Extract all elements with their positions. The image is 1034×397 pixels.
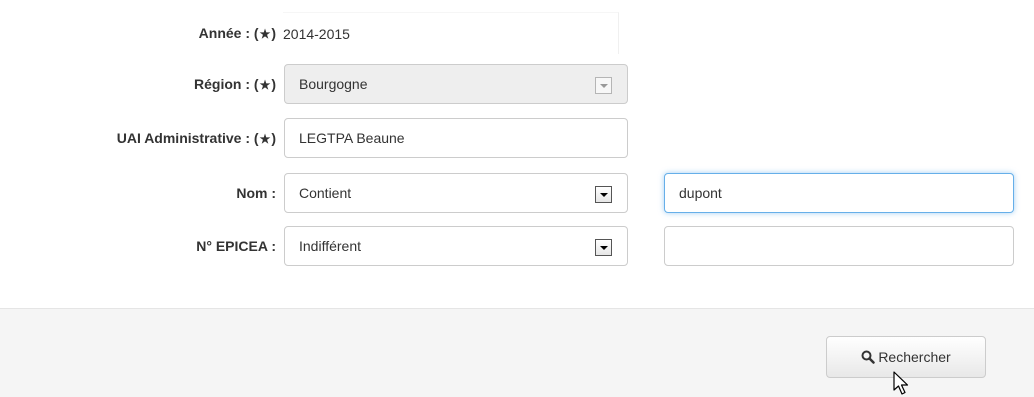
row-region: Région : (★) Bourgogne xyxy=(0,63,1034,105)
nom-label: Nom : xyxy=(236,185,276,201)
row-uai: UAI Administrative : (★) LEGTPA Beaune xyxy=(0,117,1034,159)
dropdown-arrow-icon xyxy=(595,77,612,94)
region-label: Région : (★) xyxy=(194,63,276,105)
epicea-operator-select[interactable]: Indifférent xyxy=(284,226,628,266)
required-star-icon: ★ xyxy=(259,132,271,146)
search-icon xyxy=(861,350,876,364)
mouse-pointer-icon xyxy=(893,371,909,395)
annee-value: 2014-2015 xyxy=(283,12,619,54)
row-epicea: N° EPICEA : Indifférent xyxy=(0,225,1034,267)
uai-input[interactable]: LEGTPA Beaune xyxy=(284,118,628,158)
epicea-input[interactable] xyxy=(664,226,1014,266)
uai-label: UAI Administrative : (★) xyxy=(117,117,276,159)
required-star-icon: ★ xyxy=(259,78,271,92)
nom-operator-value: Contient xyxy=(299,185,352,201)
region-select-value: Bourgogne xyxy=(299,76,368,92)
row-nom: Nom : Contient dupont xyxy=(0,172,1034,214)
nom-operator-select[interactable]: Contient xyxy=(284,173,628,213)
annee-label: Année : (★) xyxy=(199,12,276,54)
dropdown-arrow-icon[interactable] xyxy=(595,186,612,203)
search-button-label: Rechercher xyxy=(878,349,951,365)
region-select: Bourgogne xyxy=(284,64,628,104)
nom-input[interactable]: dupont xyxy=(664,173,1014,213)
form-footer: Rechercher xyxy=(0,308,1034,397)
search-form: Année : (★) 2014-2015 Région : (★) Bourg… xyxy=(0,0,1034,308)
required-star-icon: ★ xyxy=(259,27,271,41)
epicea-operator-value: Indifférent xyxy=(299,238,362,254)
epicea-label: N° EPICEA : xyxy=(196,238,276,254)
row-annee: Année : (★) 2014-2015 xyxy=(0,12,1034,54)
dropdown-arrow-icon[interactable] xyxy=(595,239,612,256)
